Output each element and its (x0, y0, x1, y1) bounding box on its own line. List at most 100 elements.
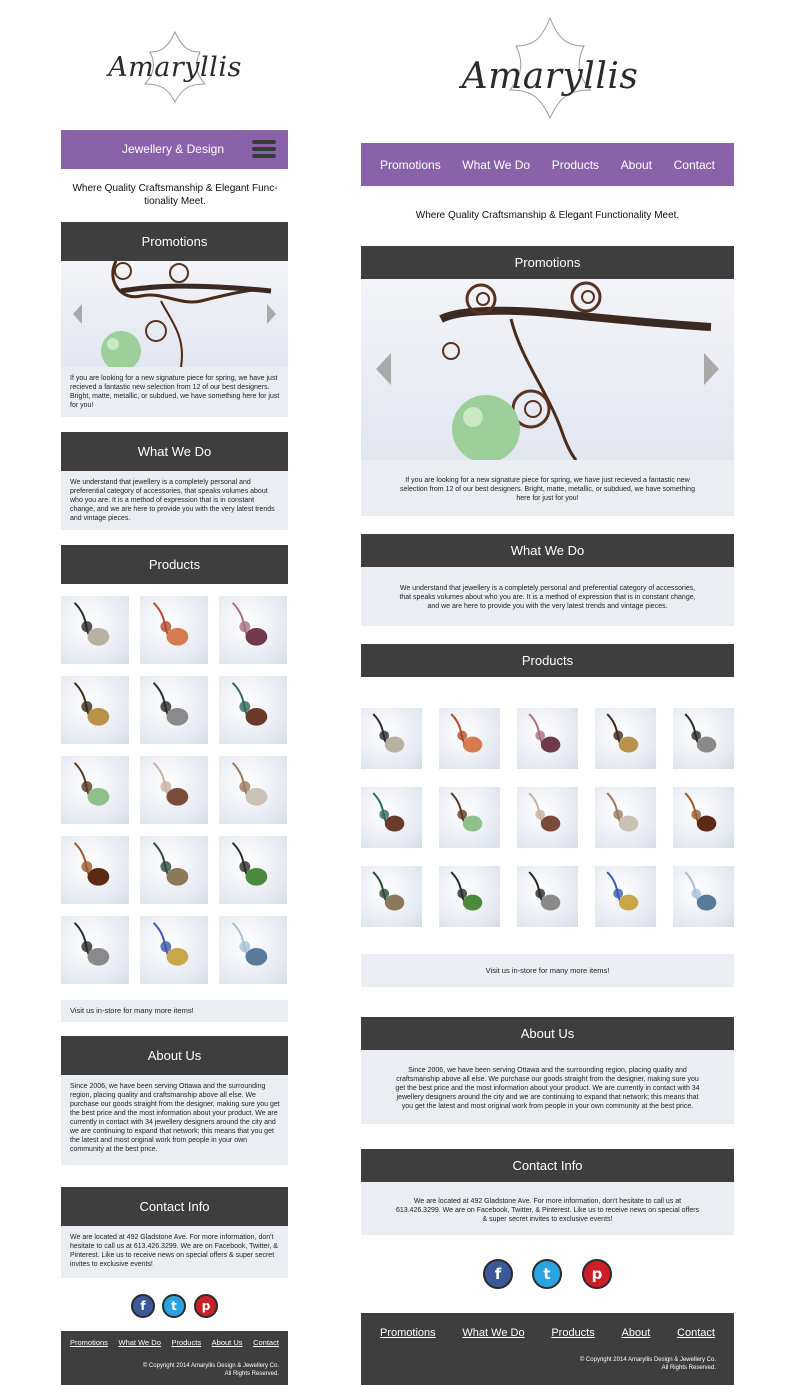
footer-link-contact[interactable]: Contact (253, 1338, 279, 1347)
product-thumb-round-charm[interactable] (517, 787, 578, 848)
product-thumb-blue-glass-charm[interactable] (673, 866, 734, 927)
product-thumb-blue-glass-charm[interactable] (219, 916, 287, 984)
about-heading-desktop: About Us (361, 1017, 734, 1050)
logo-desktop[interactable]: Amaryllis (460, 10, 640, 135)
twitter-glyph: t (171, 1299, 177, 1313)
contact-text-mobile: We are located at 492 Gladstone Ave. For… (61, 1226, 288, 1278)
pinterest-glyph: p (591, 1265, 603, 1283)
products-note: Visit us in-store for many more items! (485, 966, 610, 975)
products-note: Visit us in-store for many more items! (70, 1006, 194, 1015)
product-thumb-coral-feather-earrings[interactable] (140, 596, 208, 664)
product-thumb-stone-pendants[interactable] (219, 676, 287, 744)
product-thumb-stone-pendants[interactable] (361, 787, 422, 848)
whatwedo-text: We understand that jewellery is a comple… (399, 585, 696, 610)
nav-what-we-do[interactable]: What We Do (462, 158, 530, 172)
product-thumb-green-bead-bracelet[interactable] (361, 866, 422, 927)
footer-mobile: Promotions What We Do Products About Us … (61, 1331, 288, 1385)
hamburger-menu-icon[interactable] (252, 140, 276, 158)
brand-name: Amaryllis (461, 56, 639, 97)
section-title: Products (521, 653, 574, 668)
product-thumb-pink-glass-pendant[interactable] (517, 708, 578, 769)
promo-image (101, 261, 272, 367)
footer-link-contact[interactable]: Contact (677, 1327, 715, 1339)
section-title: About Us (147, 1048, 202, 1063)
contact-heading-mobile: Contact Info (61, 1187, 288, 1226)
mobile-header-bar: Jewellery & Design (61, 130, 288, 169)
contact-text-desktop: We are located at 492 Gladstone Ave. For… (361, 1182, 734, 1235)
product-thumb-cord-pendant-necklace[interactable] (361, 708, 422, 769)
about-text-desktop: Since 2006, we have been serving Ottawa … (361, 1050, 734, 1124)
pinterest-glyph: p (201, 1299, 211, 1313)
copyright-line-1: © Copyright 2014 Amaryllis Design & Jewe… (142, 1363, 279, 1369)
facebook-icon[interactable]: f (483, 1259, 513, 1289)
footer-desktop: Promotions What We Do Products About Con… (361, 1313, 734, 1385)
slider-prev-arrow[interactable] (376, 353, 391, 385)
footer-link-promotions[interactable]: Promotions (70, 1338, 108, 1347)
footer-link-about[interactable]: About Us (212, 1338, 243, 1347)
product-thumb-green-stone-bangle[interactable] (219, 836, 287, 904)
product-thumb-green-stone-bangle[interactable] (439, 866, 500, 927)
slider-next-arrow[interactable] (704, 353, 719, 385)
tagline-mobile: Where Quality Craftsmanship & Elegant Fu… (72, 183, 278, 207)
product-thumb-wire-cuff-green[interactable] (61, 756, 129, 824)
product-thumb-cord-pendant-necklace[interactable] (61, 596, 129, 664)
twitter-icon[interactable]: t (162, 1294, 186, 1318)
product-thumb-wire-ring-beads[interactable] (595, 866, 656, 927)
product-thumb-brass-ring[interactable] (61, 676, 129, 744)
brand-name: Amaryllis (108, 52, 242, 83)
product-thumb-black-bib-necklace[interactable] (140, 676, 208, 744)
pinterest-icon[interactable]: p (582, 1259, 612, 1289)
product-thumb-wire-ring-beads[interactable] (140, 916, 208, 984)
promotions-heading-desktop: Promotions (361, 246, 734, 279)
whatwedo-text: We understand that jewellery is a comple… (70, 479, 275, 522)
footer-link-products[interactable]: Products (551, 1327, 594, 1339)
products-note-mobile: Visit us in-store for many more items! (61, 1000, 288, 1022)
facebook-icon[interactable]: f (131, 1294, 155, 1318)
whatwedo-text-mobile: We understand that jewellery is a comple… (61, 471, 288, 530)
product-thumb-brass-ring[interactable] (595, 708, 656, 769)
product-thumb-pink-glass-pendant[interactable] (219, 596, 287, 664)
tagline-desktop: Where Quality Craftsmanship & Elegant Fu… (415, 210, 680, 221)
product-thumb-leaf-pendant[interactable] (61, 916, 129, 984)
product-thumb-bead-earrings[interactable] (595, 787, 656, 848)
nav-contact[interactable]: Contact (674, 158, 715, 172)
footer-link-about[interactable]: About (622, 1327, 651, 1339)
products-heading-mobile: Products (61, 545, 288, 584)
footer-link-promotions[interactable]: Promotions (380, 1327, 436, 1339)
logo-mobile[interactable]: Amaryllis (100, 22, 250, 112)
nav-products[interactable]: Products (552, 158, 599, 172)
product-thumb-leaf-pendant[interactable] (517, 866, 578, 927)
nav-promotions[interactable]: Promotions (380, 158, 441, 172)
product-thumb-carved-wood-pendant[interactable] (673, 787, 734, 848)
product-thumb-round-charm[interactable] (140, 756, 208, 824)
footer-link-what-we-do[interactable]: What We Do (462, 1327, 524, 1339)
facebook-glyph: f (140, 1299, 146, 1313)
pinterest-icon[interactable]: p (194, 1294, 218, 1318)
twitter-glyph: t (543, 1265, 551, 1283)
product-thumb-black-bib-necklace[interactable] (673, 708, 734, 769)
promo-text: If you are looking for a new signature p… (400, 477, 695, 502)
footer-link-products[interactable]: Products (171, 1338, 201, 1347)
brand-subtitle: Jewellery & Design (121, 142, 224, 156)
whatwedo-heading-mobile: What We Do (61, 432, 288, 471)
slider-next-arrow[interactable] (267, 304, 276, 324)
product-thumb-bead-earrings[interactable] (219, 756, 287, 824)
product-thumb-wire-cuff-green[interactable] (439, 787, 500, 848)
contact-heading-desktop: Contact Info (361, 1149, 734, 1182)
product-thumb-green-bead-bracelet[interactable] (140, 836, 208, 904)
footer-nav-desktop: Promotions What We Do Products About Con… (380, 1327, 715, 1339)
about-heading-mobile: About Us (61, 1036, 288, 1075)
twitter-icon[interactable]: t (532, 1259, 562, 1289)
main-nav: Promotions What We Do Products About Con… (361, 143, 734, 186)
nav-about[interactable]: About (621, 158, 652, 172)
footer-nav-mobile: Promotions What We Do Products About Us … (70, 1338, 279, 1347)
footer-link-what-we-do[interactable]: What We Do (119, 1338, 161, 1347)
product-thumb-coral-feather-earrings[interactable] (439, 708, 500, 769)
whatwedo-heading-desktop: What We Do (361, 534, 734, 567)
section-title: About Us (520, 1026, 575, 1041)
section-title: Contact Info (139, 1199, 210, 1214)
slider-prev-arrow[interactable] (73, 304, 82, 324)
desktop-nav-bar: Promotions What We Do Products About Con… (361, 143, 734, 186)
copyright-mobile: © Copyright 2014 Amaryllis Design & Jewe… (143, 1362, 279, 1378)
product-thumb-carved-wood-pendant[interactable] (61, 836, 129, 904)
